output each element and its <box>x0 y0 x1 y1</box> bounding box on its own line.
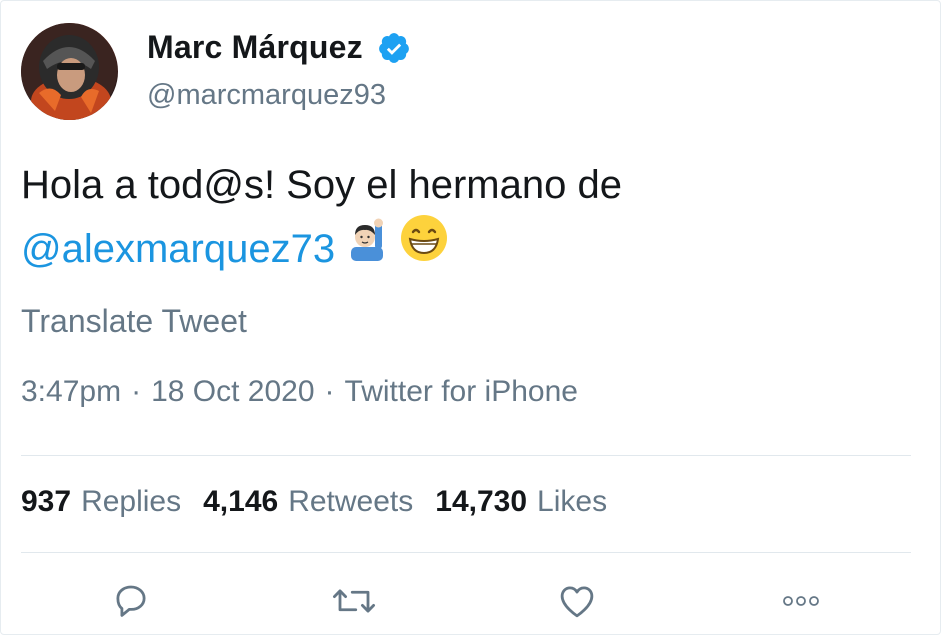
more-icon <box>783 596 819 606</box>
meta-separator: · <box>324 375 335 408</box>
like-icon <box>560 586 594 618</box>
tweet-text-line-1: Hola a tod@s! Soy el hermano de <box>21 163 622 207</box>
like-button[interactable] <box>552 576 602 626</box>
reply-button[interactable] <box>106 576 156 626</box>
avatar-image <box>21 23 117 120</box>
retweets-stat[interactable]: 4,146 Retweets <box>203 485 435 518</box>
replies-label: Replies <box>81 485 182 518</box>
tweet-text-line-2: @alexmarquez73 <box>21 215 901 286</box>
author-handle[interactable]: @marcmarquez93 <box>147 79 386 112</box>
likes-label: Likes <box>537 485 608 518</box>
translate-tweet-link[interactable]: Translate Tweet <box>21 303 247 340</box>
tweet-text: Hola a tod@s! Soy el hermano de @alexmar… <box>21 153 901 286</box>
retweet-button[interactable] <box>329 576 379 626</box>
mention-link[interactable]: @alexmarquez73 <box>21 227 335 271</box>
replies-stat[interactable]: 937 Replies <box>21 485 203 518</box>
avatar[interactable] <box>21 23 118 120</box>
more-button[interactable] <box>776 576 826 626</box>
divider <box>21 455 911 456</box>
tweet-source[interactable]: Twitter for iPhone <box>345 375 578 408</box>
verified-badge-icon <box>378 32 409 63</box>
replies-count: 937 <box>21 485 72 518</box>
retweets-count: 4,146 <box>203 485 279 518</box>
grinning-face-emoji-icon <box>399 213 449 282</box>
reply-icon <box>116 585 146 617</box>
retweets-label: Retweets <box>288 485 414 518</box>
tweet-card: Marc Márquez @marcmarquez93 Hola a tod@s… <box>0 0 941 635</box>
man-raising-hand-emoji-icon <box>345 216 389 280</box>
divider <box>21 552 911 553</box>
action-bar <box>1 576 945 626</box>
likes-stat[interactable]: 14,730 Likes <box>435 485 629 518</box>
author-row: Marc Márquez <box>147 29 411 66</box>
meta-separator: · <box>131 375 142 408</box>
engagement-stats: 937 Replies 4,146 Retweets 14,730 Likes <box>21 485 629 519</box>
author-display-name[interactable]: Marc Márquez <box>147 29 363 66</box>
likes-count: 14,730 <box>435 485 528 518</box>
tweet-time[interactable]: 3:47pm <box>21 375 121 408</box>
tweet-metadata: 3:47pm · 18 Oct 2020 · Twitter for iPhone <box>21 375 578 409</box>
retweet-icon <box>333 589 375 613</box>
tweet-date[interactable]: 18 Oct 2020 <box>151 375 314 408</box>
